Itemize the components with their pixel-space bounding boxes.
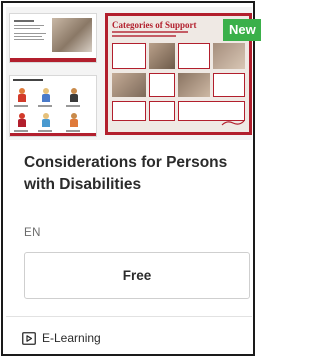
course-thumbnail[interactable]: Categories of Support — [6, 7, 252, 140]
thumbnail-slide-stack — [9, 13, 97, 137]
e-learning-icon — [22, 331, 36, 345]
price-button[interactable]: Free — [24, 252, 250, 299]
slide-photo — [52, 18, 92, 52]
course-card[interactable]: Categories of Support New Considerations… — [1, 1, 261, 356]
course-type: E-Learning — [22, 331, 101, 345]
thumbnail-slide-1 — [9, 13, 97, 63]
course-title[interactable]: Considerations for Persons with Disabili… — [24, 152, 249, 196]
new-badge: New — [223, 19, 261, 41]
thumbnail-slide-2 — [9, 75, 97, 137]
slide-title: Categories of Support — [112, 20, 197, 30]
course-type-label: E-Learning — [42, 331, 101, 345]
language-label: EN — [24, 227, 41, 239]
divider — [6, 316, 252, 317]
slide-logo — [221, 119, 245, 129]
